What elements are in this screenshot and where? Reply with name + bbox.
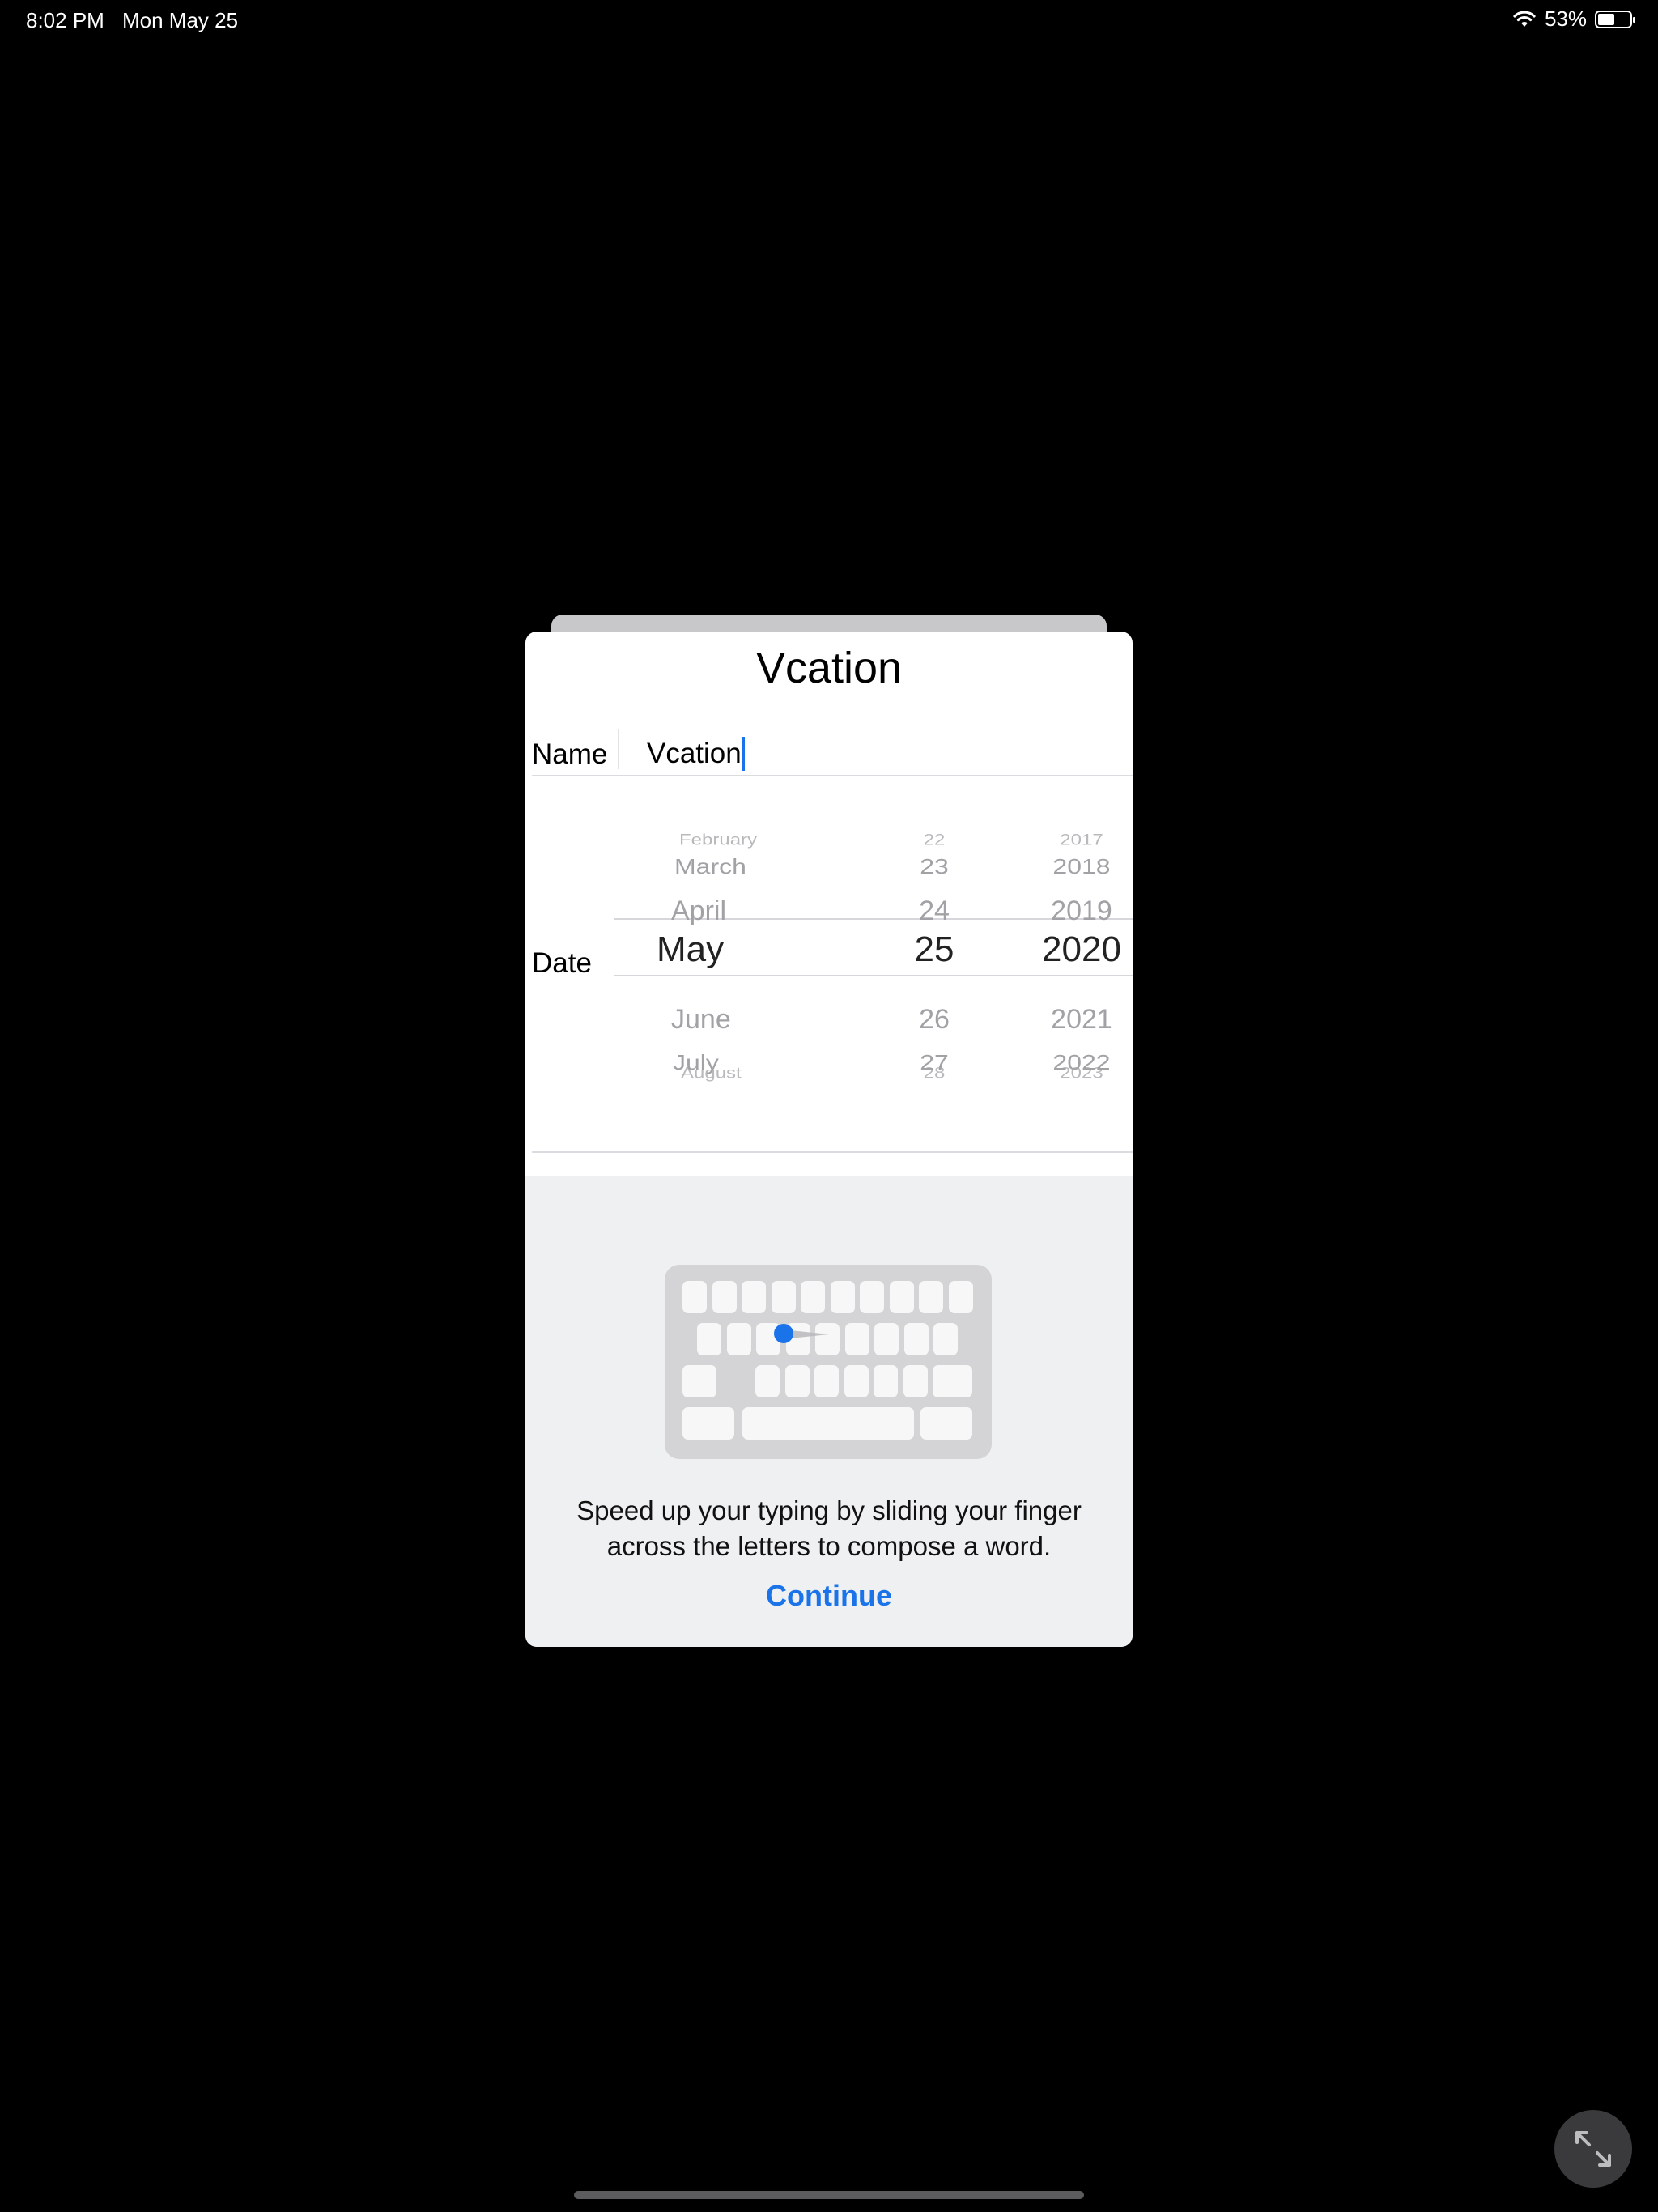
event-editor-modal: Vcation Name Vcation Date February March A… xyxy=(525,632,1133,1647)
keyboard-key xyxy=(889,1281,914,1313)
status-bar: 8:02 PM Mon May 25 53% xyxy=(0,0,1658,39)
picker-day-option[interactable]: 24 xyxy=(906,895,963,927)
picker-selection-bottom xyxy=(614,975,1133,976)
expand-button[interactable] xyxy=(1554,2110,1632,2188)
keyboard-key xyxy=(860,1281,884,1313)
keyboard-key xyxy=(726,1323,751,1355)
swipe-dot xyxy=(774,1324,793,1343)
divider xyxy=(532,1151,1133,1153)
date-label: Date xyxy=(532,947,592,979)
picker-day-option[interactable]: 26 xyxy=(906,1004,963,1036)
picker-year-option[interactable]: 2017 xyxy=(1029,832,1133,850)
name-divider xyxy=(618,729,619,769)
battery-icon xyxy=(1595,10,1635,28)
picker-year-option[interactable]: 2018 xyxy=(1029,854,1133,878)
keyboard-key xyxy=(682,1281,707,1313)
date-picker[interactable]: February March April May June July August 22 23 2… xyxy=(614,816,1133,1100)
keyboard-key xyxy=(920,1407,972,1440)
battery-percent: 53% xyxy=(1544,6,1587,31)
keyboard-key xyxy=(903,1365,928,1397)
picker-day-option[interactable]: 25 xyxy=(906,929,963,970)
continue-button[interactable]: Continue xyxy=(525,1579,1133,1613)
picker-month-option[interactable]: August xyxy=(681,1065,742,1083)
keyboard-key xyxy=(844,1365,869,1397)
description-line-1: Speed up your typing by sliding your fin… xyxy=(576,1495,1082,1525)
picker-year-option[interactable]: 2023 xyxy=(1029,1065,1133,1083)
name-input[interactable]: Vcation xyxy=(647,737,745,771)
picker-year-option[interactable]: 2020 xyxy=(1029,929,1133,970)
name-row: Name Vcation xyxy=(525,713,1133,776)
keyboard-key xyxy=(771,1281,796,1313)
keyboard-key xyxy=(697,1323,721,1355)
picker-month-option[interactable]: April xyxy=(671,895,726,927)
picker-month-option[interactable]: June xyxy=(671,1004,731,1036)
keyboard-key xyxy=(933,1365,957,1397)
name-input-value: Vcation xyxy=(647,738,742,769)
keyboard-key xyxy=(933,1323,958,1355)
keyboard-key xyxy=(830,1281,855,1313)
keyboard-key xyxy=(874,1323,899,1355)
keyboard-key xyxy=(903,1323,929,1355)
divider xyxy=(532,775,1133,776)
onboarding-description: Speed up your typing by sliding your fin… xyxy=(558,1493,1100,1564)
picker-year-option[interactable]: 2019 xyxy=(1029,895,1133,927)
wifi-icon xyxy=(1512,10,1537,28)
keyboard-key xyxy=(814,1365,839,1397)
keyboard-key xyxy=(712,1281,737,1313)
description-line-2: across the letters to compose a word. xyxy=(606,1531,1052,1561)
status-right: 53% xyxy=(1512,6,1635,32)
picker-month-option[interactable]: May xyxy=(657,929,724,970)
modal-title: Vcation xyxy=(755,644,903,692)
home-indicator[interactable] xyxy=(574,2191,1084,2199)
keyboard-key xyxy=(874,1365,898,1397)
onboarding-panel: Speed up your typing by sliding your fin… xyxy=(525,1176,1133,1647)
battery-level xyxy=(1598,13,1614,25)
name-label: Name xyxy=(532,738,608,770)
picker-day-option[interactable]: 23 xyxy=(906,854,963,878)
status-time: 8:02 PM xyxy=(26,8,104,32)
keyboard-space-key xyxy=(742,1407,914,1440)
keyboard-key xyxy=(919,1281,943,1313)
picker-month-option[interactable]: February xyxy=(679,832,757,850)
status-date: Mon May 25 xyxy=(122,8,239,32)
expand-arrows-icon xyxy=(1575,2131,1611,2167)
picker-day-option[interactable]: 28 xyxy=(906,1065,963,1083)
screen: 8:02 PM Mon May 25 53% Vcation Name Vcat… xyxy=(0,0,1658,2212)
keyboard-swipe-icon xyxy=(665,1265,992,1459)
keyboard-key xyxy=(682,1407,734,1440)
keyboard-key xyxy=(682,1365,716,1397)
keyboard-key xyxy=(844,1323,869,1355)
text-cursor xyxy=(742,737,745,771)
picker-year-option[interactable]: 2021 xyxy=(1029,1004,1133,1036)
picker-month-option[interactable]: March xyxy=(674,854,746,878)
keyboard-key xyxy=(948,1281,973,1313)
keyboard-key xyxy=(801,1281,825,1313)
keyboard-key xyxy=(784,1365,810,1397)
picker-day-option[interactable]: 22 xyxy=(906,832,963,850)
keyboard-key xyxy=(742,1281,766,1313)
keyboard-key xyxy=(755,1365,780,1397)
